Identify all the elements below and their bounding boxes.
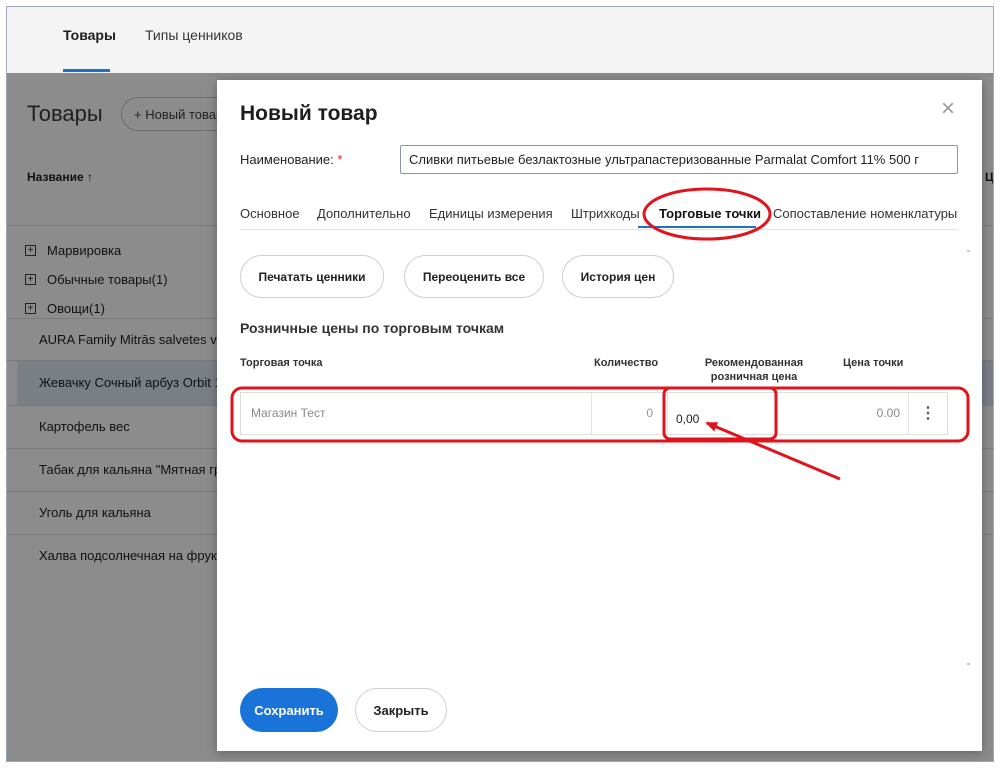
dialog-title: Новый товар	[240, 102, 378, 125]
name-label-text: Наименование:	[240, 152, 334, 167]
scrollbar-marker	[967, 663, 970, 665]
tree-group-label: Овощи(1)	[47, 301, 105, 316]
top-navigation: Товары Типы ценников	[7, 7, 993, 73]
reprice-all-button[interactable]: Переоценить все	[404, 255, 544, 298]
column-header-recommended-line1: Рекомендованная	[704, 357, 804, 369]
section-title: Розничные цены по торговым точкам	[240, 320, 505, 336]
store-price-cell[interactable]: 0.00	[786, 393, 908, 434]
list-item[interactable]: AURA Family Mitrās salvetes vi	[39, 332, 220, 347]
nav-tab-goods[interactable]: Товары	[63, 27, 116, 43]
expand-plus-icon[interactable]: +	[25, 245, 36, 256]
expand-plus-icon[interactable]: +	[25, 274, 36, 285]
more-vertical-icon[interactable]: ⋮	[908, 393, 947, 434]
tabs-baseline	[240, 229, 958, 230]
save-button[interactable]: Сохранить	[240, 688, 338, 732]
close-button[interactable]: Закрыть	[355, 688, 447, 732]
column-header-recommended-line2: розничная цена	[710, 371, 798, 383]
tab-active-indicator	[638, 226, 756, 228]
tree-group-item[interactable]: + Обычные товары(1)	[25, 272, 168, 287]
nav-tab-active-indicator	[63, 69, 110, 72]
tab-nomenclature-mapping[interactable]: Сопоставление номенклатуры	[773, 206, 957, 221]
expand-plus-icon[interactable]: +	[25, 303, 36, 314]
table-row: Магазин Тест 0 0,00 0.00 ⋮	[240, 392, 948, 435]
column-header-name[interactable]: Название ↑	[27, 170, 93, 184]
list-item[interactable]: Жевачку Сочный арбуз Orbit 1	[39, 375, 222, 390]
scrollbar-marker	[967, 250, 970, 252]
tab-units[interactable]: Единицы измерения	[429, 206, 553, 221]
tab-main[interactable]: Основное	[240, 206, 300, 221]
column-header-store: Торговая точка	[240, 357, 323, 369]
list-item[interactable]: Картофель вес	[39, 419, 130, 434]
price-history-button[interactable]: История цен	[562, 255, 674, 298]
name-field-label: Наименование: *	[240, 152, 342, 167]
column-header-price[interactable]: Ц	[985, 170, 993, 184]
print-price-tags-button[interactable]: Печатать ценники	[240, 255, 384, 298]
list-item[interactable]: Халва подсолнечная на фрукт	[39, 548, 223, 563]
list-item[interactable]: Табак для кальяна "Мятная гр	[39, 462, 221, 477]
new-product-dialog: Новый товар × Наименование: * Основное Д…	[217, 80, 982, 751]
page-title: Товары	[27, 101, 103, 126]
nav-tab-price-tag-types[interactable]: Типы ценников	[145, 27, 243, 43]
tree-group-item[interactable]: + Марвировка	[25, 243, 121, 258]
recommended-price-input[interactable]: 0,00	[667, 393, 777, 434]
tab-stores[interactable]: Торговые точки	[659, 206, 761, 221]
list-item[interactable]: Уголь для кальяна	[39, 505, 151, 520]
column-header-store-price: Цена точки	[843, 357, 904, 369]
name-input[interactable]	[400, 145, 958, 174]
tab-additional[interactable]: Дополнительно	[317, 206, 411, 221]
tree-group-item[interactable]: + Овощи(1)	[25, 301, 105, 316]
required-mark: *	[337, 152, 343, 167]
tree-group-label: Обычные товары(1)	[47, 272, 168, 287]
column-header-quantity: Количество	[594, 357, 659, 369]
column-header-recommended-price: Рекомендованная розничная цена	[691, 356, 817, 384]
store-cell: Магазин Тест	[251, 406, 326, 420]
close-icon[interactable]: ×	[937, 97, 959, 121]
tab-barcodes[interactable]: Штрихкоды	[571, 206, 640, 221]
tree-group-label: Марвировка	[47, 243, 122, 258]
quantity-cell: 0	[591, 393, 661, 434]
